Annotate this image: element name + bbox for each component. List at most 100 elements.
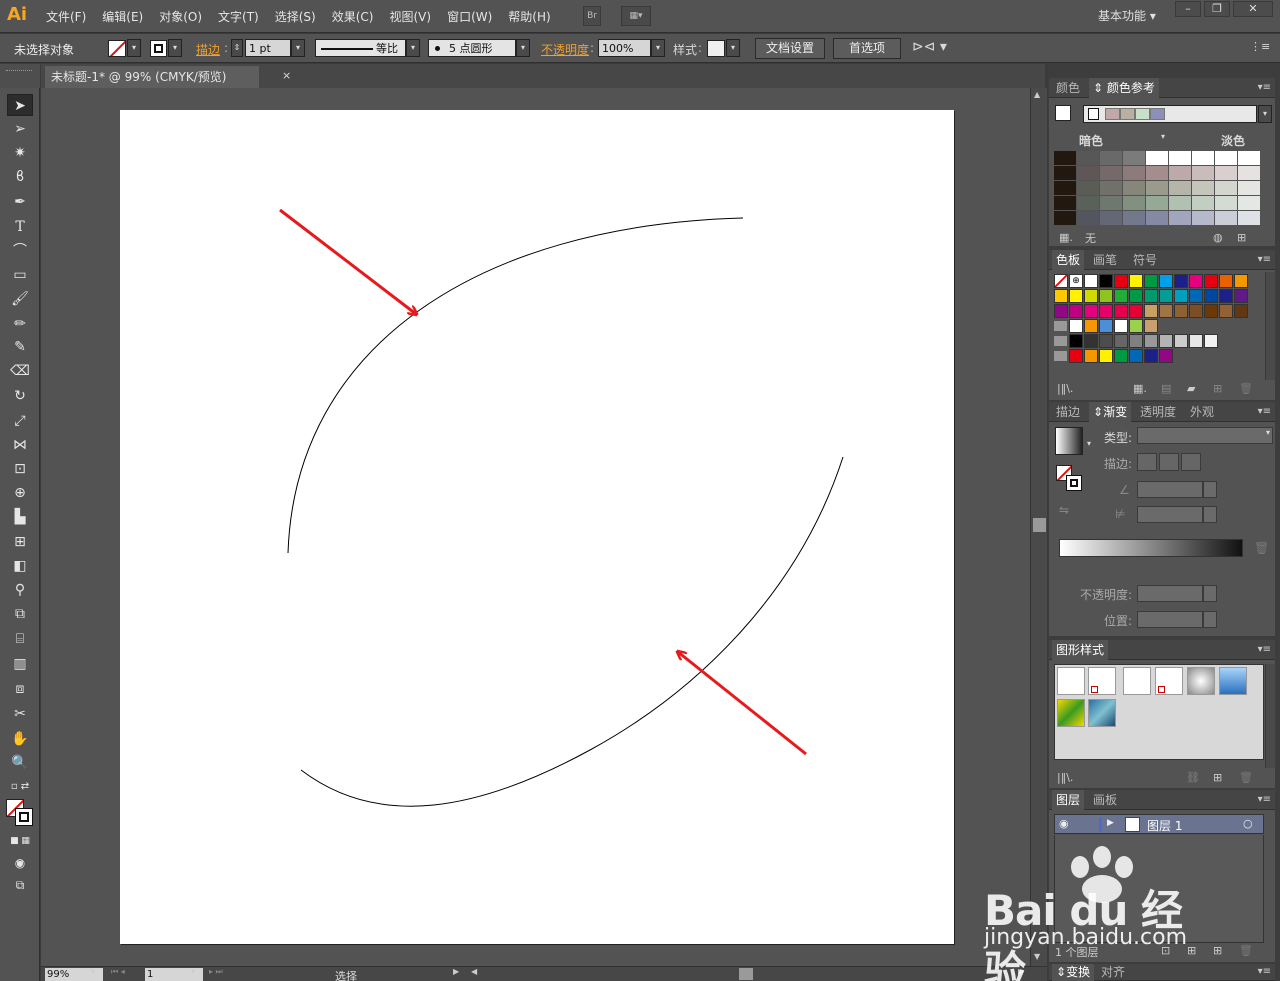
canvas-area[interactable]: [41, 88, 1030, 966]
document-tab[interactable]: 未标题-1* @ 99% (CMYK/预览): [45, 66, 259, 88]
swatch-cell[interactable]: [1144, 274, 1158, 288]
swatch-cell[interactable]: [1069, 289, 1083, 303]
color-variation-cell[interactable]: [1169, 196, 1191, 210]
stroke-weight-field[interactable]: 1 pt: [245, 39, 291, 57]
color-variation-cell[interactable]: [1077, 211, 1099, 225]
next-page-icon[interactable]: ▸ ⏭: [209, 967, 223, 977]
bridge-button[interactable]: Br: [583, 6, 601, 26]
eraser-tool-icon[interactable]: ⌫: [7, 360, 33, 382]
paintbrush-tool-icon[interactable]: 🖌: [7, 288, 33, 310]
swatch-cell[interactable]: [1129, 304, 1143, 318]
reverse-gradient-icon[interactable]: ⇋: [1059, 503, 1069, 517]
swatch-cell[interactable]: [1189, 274, 1203, 288]
stroke-across-icon[interactable]: [1181, 453, 1201, 471]
style-white-thumb[interactable]: [1123, 667, 1151, 695]
artboard[interactable]: [120, 110, 954, 944]
type-tool-icon[interactable]: T: [7, 216, 33, 238]
arrange-documents-icon[interactable]: ▦▾: [621, 6, 651, 26]
style-blue-pattern-thumb[interactable]: [1088, 699, 1116, 727]
swatch-cell[interactable]: [1099, 319, 1113, 333]
color-variation-cell[interactable]: [1100, 166, 1122, 180]
fill-swatch[interactable]: [108, 40, 126, 57]
swatch-cell[interactable]: [1054, 289, 1068, 303]
swatch-cell[interactable]: [1174, 289, 1188, 303]
pencil-tool-icon[interactable]: ✏: [7, 313, 33, 335]
scroll-up-icon[interactable]: ▲: [1034, 90, 1040, 99]
blend-tool-icon[interactable]: ⧉: [7, 603, 33, 625]
layer-name[interactable]: 图层 1: [1147, 817, 1182, 834]
opacity-label[interactable]: 不透明度: [541, 41, 589, 58]
color-variation-cell[interactable]: [1192, 196, 1214, 210]
graphic-styles-menu-icon[interactable]: ▾≡: [1258, 644, 1271, 655]
harmony-color-swatch[interactable]: [1105, 108, 1120, 120]
stroke-color-icon[interactable]: [15, 808, 33, 826]
zoom-tool-icon[interactable]: 🔍: [7, 752, 33, 774]
swatch-options-icon[interactable]: ▤: [1161, 382, 1171, 395]
color-variation-grid[interactable]: [1054, 151, 1272, 229]
close-window-button[interactable]: ✕: [1233, 1, 1273, 17]
visibility-eye-icon[interactable]: ◉: [1059, 817, 1069, 830]
swatch-cell[interactable]: [1159, 334, 1173, 348]
tab-layers[interactable]: 图层: [1052, 790, 1085, 810]
swatch-cell[interactable]: [1174, 334, 1188, 348]
harmony-dropdown[interactable]: ▾: [1258, 105, 1272, 123]
swatch-group-folder-icon[interactable]: [1054, 351, 1067, 361]
color-variation-cell[interactable]: [1215, 196, 1237, 210]
color-variation-cell[interactable]: [1238, 181, 1260, 195]
gradient-type-select[interactable]: ▾: [1137, 427, 1273, 444]
color-variation-cell[interactable]: [1146, 196, 1168, 210]
swatch-cell[interactable]: [1084, 289, 1098, 303]
tab-appearance[interactable]: 外观: [1186, 402, 1218, 422]
delete-stop-icon[interactable]: 🗑: [1254, 541, 1269, 555]
lower-curve-path[interactable]: [300, 456, 844, 807]
width-tool-icon[interactable]: ⋈: [7, 434, 33, 456]
pen-tool-icon[interactable]: ✒: [7, 191, 33, 213]
aspect-ratio-dropdown[interactable]: [1203, 506, 1217, 523]
tab-artboards[interactable]: 画板: [1089, 790, 1121, 810]
tab-swatches[interactable]: 色板: [1052, 250, 1085, 270]
color-variation-cell[interactable]: [1077, 181, 1099, 195]
restore-button[interactable]: ❐: [1204, 1, 1230, 17]
perspective-grid-tool-icon[interactable]: ▙: [7, 506, 33, 528]
swatch-cell[interactable]: [1099, 334, 1113, 348]
zoom-dropdown-icon[interactable]: ▾: [91, 967, 95, 976]
menu-edit[interactable]: 编辑(E): [94, 8, 151, 25]
style-swatch[interactable]: [707, 40, 725, 57]
hand-tool-icon[interactable]: ✋: [7, 728, 33, 750]
swatch-cell[interactable]: [1234, 289, 1248, 303]
stroke-swatch[interactable]: [150, 40, 167, 57]
color-variation-cell[interactable]: [1123, 151, 1145, 165]
swatch-cell[interactable]: [1159, 289, 1173, 303]
scale-tool-icon[interactable]: ⤢: [7, 410, 33, 432]
lasso-tool-icon[interactable]: ϐ: [7, 166, 33, 188]
swatch-cell[interactable]: [1114, 289, 1128, 303]
eyedropper-tool-icon[interactable]: ⚲: [7, 579, 33, 601]
stop-opacity-dropdown[interactable]: [1203, 585, 1217, 602]
gradient-slider[interactable]: [1059, 539, 1243, 557]
stop-opacity-field[interactable]: [1137, 585, 1203, 602]
fill-dropdown[interactable]: ▾: [127, 39, 141, 57]
menu-type[interactable]: 文字(T): [210, 8, 267, 25]
new-group-icon[interactable]: ▰: [1187, 382, 1195, 395]
color-variation-cell[interactable]: [1238, 211, 1260, 225]
swatch-grid[interactable]: ⊕: [1054, 274, 1264, 366]
workspace-switcher[interactable]: 基本功能 ▾: [1098, 7, 1156, 24]
symbol-sprayer-tool-icon[interactable]: ⌸: [7, 628, 33, 650]
vertical-scrollbar[interactable]: ▲ ▼: [1030, 88, 1047, 966]
layers-panel-menu-icon[interactable]: ▾≡: [1258, 794, 1271, 805]
aspect-ratio-field[interactable]: [1137, 506, 1203, 523]
swatch-cell[interactable]: [1234, 274, 1248, 288]
swatch-cell[interactable]: [1054, 274, 1068, 288]
swatch-cell[interactable]: [1234, 304, 1248, 318]
opacity-dropdown[interactable]: ▾: [651, 39, 665, 57]
layer-row[interactable]: ◉ ▶ 图层 1 ○: [1054, 814, 1264, 834]
blob-brush-tool-icon[interactable]: ✎: [7, 336, 33, 358]
new-graphic-style-icon[interactable]: ⊞: [1213, 771, 1222, 784]
slice-tool-icon[interactable]: ✂: [7, 703, 33, 725]
arrange-icon[interactable]: ⊳⊲ ▾: [912, 39, 947, 55]
delete-layer-icon[interactable]: 🗑: [1239, 944, 1253, 957]
swatch-cell[interactable]: [1189, 334, 1203, 348]
harmony-color-swatch[interactable]: [1150, 108, 1165, 120]
line-tool-icon[interactable]: ⌒: [7, 240, 33, 262]
swatch-cell[interactable]: [1129, 319, 1143, 333]
